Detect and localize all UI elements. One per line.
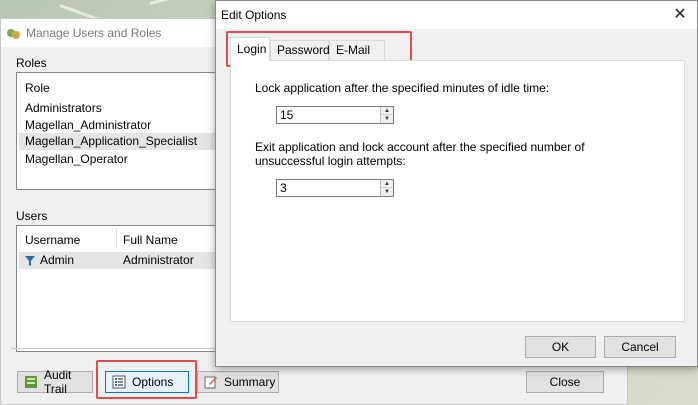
role-item-selected[interactable]: Magellan_Application_Specialist bbox=[19, 133, 230, 150]
idle-time-prompt: Lock application after the specified min… bbox=[255, 81, 550, 95]
audit-trail-icon bbox=[24, 375, 38, 389]
users-icon bbox=[7, 26, 21, 40]
tab-login[interactable]: Login bbox=[230, 37, 270, 61]
manage-window-title: Manage Users and Roles bbox=[26, 26, 162, 40]
spin-down-icon[interactable]: ▼ bbox=[381, 115, 393, 123]
column-separator[interactable] bbox=[116, 228, 117, 248]
edit-options-dialog: Edit Options ✕ Login Password E-Mail Loc… bbox=[215, 0, 698, 367]
user-username-cell: Admin bbox=[40, 253, 75, 267]
dialog-title: Edit Options bbox=[221, 8, 287, 22]
table-row[interactable]: Admin Administrator bbox=[19, 252, 230, 269]
summary-icon bbox=[204, 375, 218, 389]
idle-minutes-input[interactable] bbox=[280, 108, 370, 122]
roles-label: Roles bbox=[16, 56, 47, 70]
roles-list[interactable]: Role Administrators Magellan_Administrat… bbox=[16, 72, 231, 190]
users-table[interactable]: Username Full Name Admin Administrator bbox=[16, 225, 231, 352]
audit-trail-label: Audit Trail bbox=[44, 368, 72, 396]
users-label: Users bbox=[16, 209, 48, 223]
idle-minutes-spin-buttons: ▲ ▼ bbox=[380, 107, 393, 123]
cancel-button[interactable]: Cancel bbox=[604, 336, 676, 358]
options-icon bbox=[112, 375, 126, 389]
login-attempts-prompt: Exit application and lock account after … bbox=[255, 140, 585, 168]
idle-minutes-stepper[interactable]: ▲ ▼ bbox=[276, 106, 394, 124]
login-tab-panel: Lock application after the specified min… bbox=[230, 60, 685, 322]
spin-up-icon[interactable]: ▲ bbox=[381, 180, 393, 188]
user-filter-icon bbox=[25, 255, 35, 266]
role-item[interactable]: Magellan_Administrator bbox=[25, 118, 151, 132]
audit-trail-button[interactable]: Audit Trail bbox=[17, 368, 93, 396]
close-icon[interactable]: ✕ bbox=[671, 6, 689, 24]
roles-column-header[interactable]: Role bbox=[25, 81, 50, 95]
options-label: Options bbox=[132, 375, 174, 389]
login-attempts-spin-buttons: ▲ ▼ bbox=[380, 180, 393, 196]
summary-label: Summary bbox=[224, 375, 276, 389]
ok-button[interactable]: OK bbox=[525, 336, 596, 358]
spin-up-icon[interactable]: ▲ bbox=[381, 107, 393, 115]
close-button[interactable]: Close bbox=[526, 371, 604, 393]
spin-down-icon[interactable]: ▼ bbox=[381, 188, 393, 196]
close-label: Close bbox=[549, 375, 581, 389]
user-fullname-cell: Administrator bbox=[123, 253, 194, 267]
map-road bbox=[149, 0, 209, 5]
tab-password[interactable]: Password bbox=[270, 40, 330, 60]
role-item[interactable]: Magellan_Operator bbox=[25, 152, 128, 166]
options-button[interactable]: Options bbox=[105, 371, 189, 393]
users-column-username[interactable]: Username bbox=[25, 233, 80, 247]
users-column-fullname[interactable]: Full Name bbox=[123, 233, 178, 247]
tab-email[interactable]: E-Mail bbox=[329, 40, 385, 60]
role-item[interactable]: Administrators bbox=[25, 101, 102, 115]
login-attempts-stepper[interactable]: ▲ ▼ bbox=[276, 179, 394, 197]
summary-button[interactable]: Summary bbox=[197, 371, 279, 393]
login-attempts-input[interactable] bbox=[280, 181, 370, 195]
dialog-titlebar: Edit Options ✕ bbox=[216, 1, 697, 29]
